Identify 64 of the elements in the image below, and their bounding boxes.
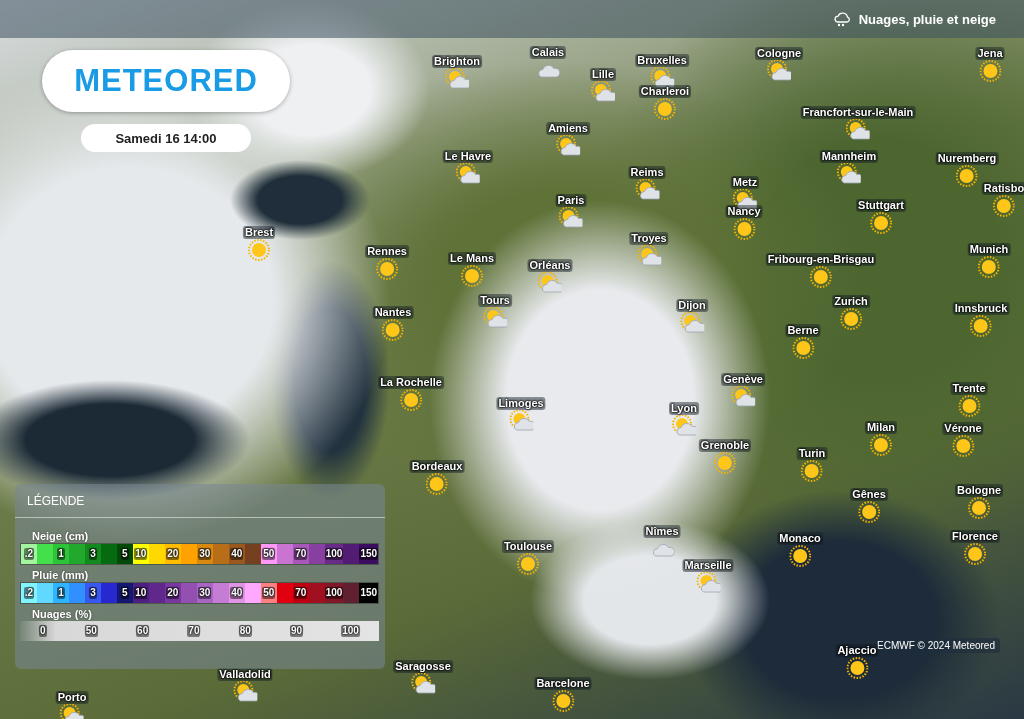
sun-icon xyxy=(552,690,574,712)
sun-cloud-icon xyxy=(483,307,507,329)
logo[interactable]: METEORED xyxy=(42,50,290,112)
date-label: Samedi 16 14:00 xyxy=(81,124,251,152)
sun-icon xyxy=(858,501,880,523)
sun-icon xyxy=(654,98,676,120)
sun-icon xyxy=(426,473,448,495)
sun-cloud-icon xyxy=(509,410,533,432)
sun-icon xyxy=(376,258,398,280)
sun-icon xyxy=(979,60,1001,82)
scale-value: 1 xyxy=(57,587,65,599)
sun-cloud-icon xyxy=(846,119,870,141)
scale-title: Nuages (%) xyxy=(32,608,93,620)
city-label: Turin xyxy=(796,447,828,460)
sun-cloud-icon xyxy=(411,673,435,695)
sun-icon xyxy=(810,266,832,288)
sun-icon xyxy=(792,337,814,359)
sun-icon xyxy=(870,434,892,456)
sun-cloud-icon xyxy=(680,312,704,334)
sun-icon xyxy=(400,389,422,411)
sun-icon xyxy=(964,543,986,565)
sun-cloud-icon xyxy=(591,81,615,103)
sun-icon xyxy=(958,395,980,417)
sun-cloud-icon xyxy=(637,245,661,267)
sun-cloud-icon xyxy=(672,415,696,437)
city-label: Trente xyxy=(950,382,988,395)
sun-icon xyxy=(968,497,990,519)
sun-icon xyxy=(970,315,992,337)
scale-value: .2 xyxy=(23,548,35,560)
sun-icon xyxy=(382,319,404,341)
sun-icon xyxy=(870,212,892,234)
sun-cloud-icon xyxy=(233,681,257,703)
layer-title: Nuages, pluie et neige xyxy=(858,11,996,27)
city-label: Tours xyxy=(478,294,512,307)
sun-icon xyxy=(461,265,483,287)
legend-title: LÉGENDE xyxy=(15,484,385,518)
sun-cloud-icon xyxy=(731,386,755,408)
sun-cloud-icon xyxy=(538,272,562,294)
sun-cloud-icon xyxy=(559,207,583,229)
sun-icon xyxy=(993,195,1015,217)
sun-icon xyxy=(978,256,1000,278)
sun-cloud-icon xyxy=(696,572,720,594)
sun-icon xyxy=(248,239,270,261)
sun-cloud-icon xyxy=(445,68,469,90)
cloud-rain-icon xyxy=(832,11,851,27)
sun-icon xyxy=(714,452,736,474)
scale-value: .2 xyxy=(23,587,35,599)
sun-cloud-icon xyxy=(767,60,791,82)
scale-title: Pluie (mm) xyxy=(32,569,90,581)
sun-icon xyxy=(952,435,974,457)
sun-icon xyxy=(517,553,539,575)
scale-title: Neige (cm) xyxy=(32,530,90,542)
sun-cloud-icon xyxy=(650,67,674,89)
sun-cloud-icon xyxy=(456,163,480,185)
sun-icon xyxy=(956,165,978,187)
sun-cloud-icon xyxy=(837,163,861,185)
sun-cloud-icon xyxy=(635,179,659,201)
sun-icon xyxy=(789,545,811,567)
sun-icon xyxy=(733,218,755,240)
scale-value: 1 xyxy=(57,548,65,560)
sun-icon xyxy=(801,460,823,482)
sun-cloud-icon xyxy=(556,135,580,157)
sun-icon xyxy=(840,308,862,330)
sun-icon xyxy=(846,657,868,679)
